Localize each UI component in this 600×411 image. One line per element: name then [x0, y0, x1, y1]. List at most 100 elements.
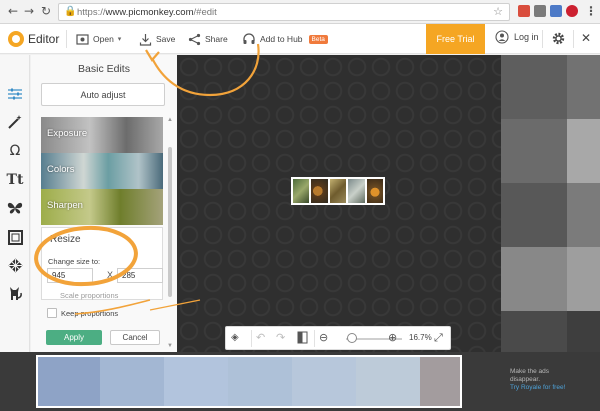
url-text: https://www.picmonkey.com/#edit [77, 7, 217, 18]
divider [542, 30, 543, 48]
scroll-down-icon[interactable]: ▼ [167, 343, 173, 349]
cat-icon[interactable] [5, 283, 25, 303]
open-icon [76, 33, 89, 45]
photo-thumb [366, 179, 384, 203]
share-icon [188, 33, 201, 45]
ad-block [501, 311, 567, 352]
photo-thumb [311, 179, 328, 203]
save-button[interactable]: Save [139, 28, 175, 50]
try-royale-link[interactable]: Try Royale for free! [510, 384, 595, 392]
zoom-slider-handle[interactable] [346, 333, 357, 343]
user-icon [495, 30, 509, 44]
resize-section: Resize Change size to: 945 X 285 Scale p… [41, 227, 163, 300]
scroll-thumb[interactable] [168, 147, 172, 297]
undo-icon[interactable]: ↶ [256, 331, 265, 345]
apply-button[interactable]: Apply [46, 330, 102, 345]
by-label: X [107, 270, 114, 280]
reload-icon[interactable]: ↻ [39, 4, 53, 18]
zoom-level: 16.7% [409, 333, 432, 342]
sliders-icon[interactable] [5, 84, 25, 104]
ad-block [501, 55, 567, 119]
beta-badge: Beta [308, 34, 328, 44]
photo-thumb [329, 179, 347, 203]
panel-scrollbar[interactable]: ▲ ▼ [167, 117, 173, 349]
compare-icon[interactable] [297, 331, 308, 348]
ad-block [100, 357, 164, 406]
divider [573, 30, 574, 48]
texture-icon[interactable] [5, 255, 25, 275]
ad-block [501, 247, 567, 311]
tool-rail: Ω Tt [0, 55, 30, 352]
scale-proportions-label: Scale proportions [60, 291, 119, 300]
text-icon[interactable]: Tt [5, 170, 25, 190]
exposure-tile[interactable]: Exposure [41, 117, 163, 153]
remove-ads-promo: Make the ads disappear. Try Royale for f… [510, 368, 595, 392]
ad-block [228, 357, 292, 406]
side-ad[interactable] [501, 55, 600, 352]
pinterest-icon[interactable] [566, 5, 578, 17]
width-input[interactable]: 945 [47, 268, 93, 283]
photo-collage-image[interactable] [291, 177, 385, 205]
keep-proportions-checkbox[interactable] [47, 308, 57, 318]
download-icon [139, 33, 152, 46]
fullscreen-icon[interactable]: ⤢ [434, 331, 443, 345]
lock-icon: 🔒 [64, 6, 77, 17]
ad-block [356, 357, 420, 406]
scroll-up-icon[interactable]: ▲ [167, 117, 173, 123]
free-trial-button[interactable]: Free Trial [426, 24, 485, 54]
app-title: Editor [28, 32, 60, 46]
extension-icon[interactable] [550, 5, 562, 17]
sharpen-tile[interactable]: Sharpen [41, 189, 163, 225]
ad-block [501, 183, 567, 247]
ad-block [567, 247, 600, 311]
photo-thumb [293, 179, 310, 203]
address-bar[interactable]: 🔒 https://www.picmonkey.com/#edit ☆ [58, 3, 510, 21]
ad-block [501, 119, 567, 183]
magic-wand-icon[interactable] [5, 112, 25, 132]
ad-block [420, 357, 460, 406]
ad-block [567, 119, 600, 183]
auto-adjust-button[interactable]: Auto adjust [41, 83, 165, 106]
omega-icon[interactable]: Ω [5, 141, 25, 161]
zoom-out-icon[interactable]: ⊖ [319, 331, 328, 345]
close-icon[interactable]: ✕ [581, 31, 591, 45]
panel-title: Basic Edits [78, 63, 130, 75]
cancel-button[interactable]: Cancel [110, 330, 160, 345]
share-button[interactable]: Share [188, 28, 228, 50]
login-button[interactable]: Log in [495, 30, 539, 44]
ad-block [567, 55, 600, 119]
keep-proportions-label: Keep proportions [61, 309, 119, 318]
colors-tile[interactable]: Colors [41, 153, 163, 189]
resize-heading: Resize [50, 234, 81, 245]
zoom-toolbar: ◈ ↶ ↷ ⊖ ⊕ 16.7% ⤢ [225, 326, 451, 350]
divider [66, 30, 67, 48]
photo-thumb [348, 179, 365, 203]
layers-icon[interactable]: ◈ [231, 331, 239, 345]
ad-block [567, 183, 600, 247]
extension-icon[interactable] [518, 5, 530, 17]
picmonkey-logo[interactable] [8, 31, 24, 47]
editing-canvas[interactable]: ◈ ↶ ↷ ⊖ ⊕ 16.7% ⤢ [177, 55, 501, 352]
redo-icon[interactable]: ↷ [276, 331, 285, 345]
ad-block [567, 311, 600, 352]
banner-ad[interactable] [36, 355, 462, 408]
add-to-hub-button[interactable]: Add to Hub Beta [242, 28, 328, 50]
open-button[interactable]: Open ▾ [76, 28, 121, 50]
zoom-in-icon[interactable]: ⊕ [388, 331, 397, 345]
bookmark-star-icon[interactable]: ☆ [493, 5, 503, 18]
browser-toolbar: ← → ↻ 🔒 https://www.picmonkey.com/#edit … [0, 0, 600, 24]
headphones-icon [243, 33, 255, 44]
butterfly-icon[interactable] [5, 198, 25, 218]
frame-icon[interactable] [5, 227, 25, 247]
forward-icon[interactable]: → [22, 4, 36, 18]
change-size-label: Change size to: [48, 257, 101, 266]
ad-block [164, 357, 228, 406]
settings-gear-icon[interactable] [551, 31, 566, 51]
translate-icon[interactable] [534, 5, 546, 17]
basic-edits-panel: Basic Edits Auto adjust Exposure Colors … [31, 55, 177, 352]
menu-dots-icon[interactable]: ⋮ [584, 4, 598, 18]
back-icon[interactable]: ← [6, 4, 20, 18]
screenshot: ← → ↻ 🔒 https://www.picmonkey.com/#edit … [0, 0, 600, 411]
divider [251, 330, 252, 347]
height-input[interactable]: 285 [117, 268, 163, 283]
